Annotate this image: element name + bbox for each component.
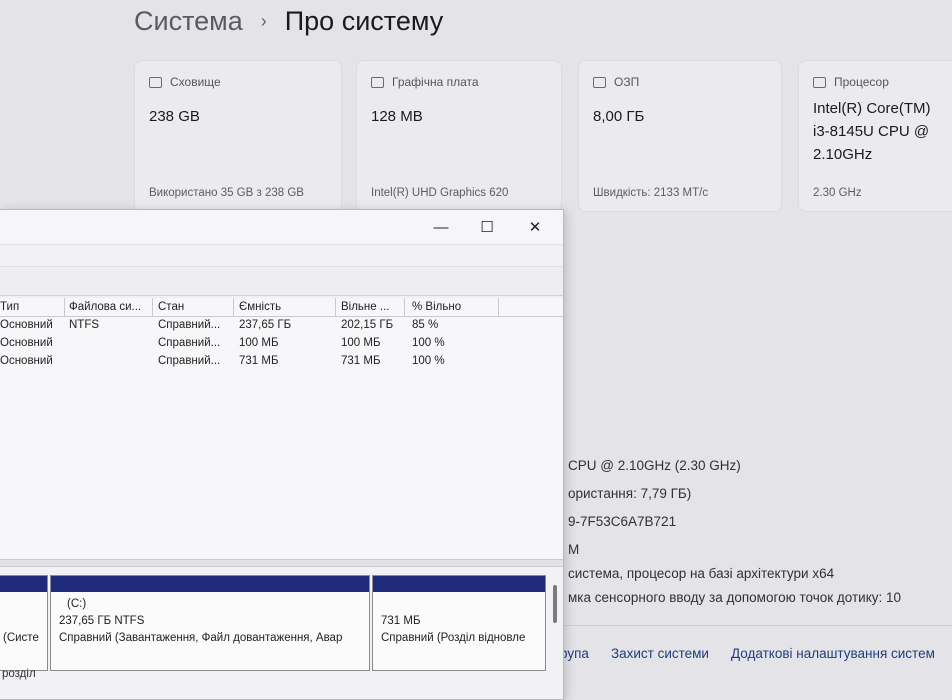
ram-value: 8,00 ГБ [593,108,645,125]
card-title: Графічна плата [392,75,479,89]
ram-speed: Швидкість: 2133 MT/c [593,187,709,199]
chevron-right-icon: › [260,11,267,31]
column-header-free-space[interactable]: Вільне ... [341,301,401,313]
cpu-icon [813,76,826,88]
cpu-card[interactable]: Процесор Intel(R) Core(TM) i3-8145U CPU … [798,60,952,212]
column-header-capacity[interactable]: Ємність [239,301,333,313]
ram-card[interactable]: ОЗП 8,00 ГБ Швидкість: 2133 MT/c [578,60,782,212]
page-title: Про систему [284,6,444,36]
legend-label: розділ [2,668,36,680]
spec-processor: CPU @ 2.10GHz (2.30 GHz) [568,458,741,473]
graphics-adapter-name: Intel(R) UHD Graphics 620 [371,187,509,199]
link-domain-workgroup[interactable]: рупа [560,646,589,661]
link-system-protection[interactable]: Захист системи [611,646,709,661]
ram-icon [593,76,606,88]
spec-product-id: 9-7F53C6A7B721 [568,514,677,529]
toolbar[interactable] [0,266,563,296]
storage-card[interactable]: Сховище 238 GB Використано 35 GB з 238 G… [134,60,342,212]
card-title: Процесор [834,75,889,89]
display-adapter-icon [371,76,384,88]
graphics-memory-value: 128 MB [371,108,423,125]
spec-pen-touch: мка сенсорного вводу за допомогою точок … [568,590,902,605]
partition-c[interactable]: (C:) 237,65 ГБ NTFS Справний (Завантажен… [50,575,370,671]
cpu-speed: 2.30 GHz [813,187,862,199]
scrollbar-thumb[interactable] [553,585,557,623]
disk-management-window: — ☐ ✕ Тип Файлова си... Стан Ємність Віл… [0,209,564,700]
link-advanced-system-settings[interactable]: Додаткові налаштування систем [731,646,935,661]
disk-map: (Систе (C:) 237,65 ГБ NTFS Справний (Зав… [0,567,563,699]
column-header-filesystem[interactable]: Файлова си... [69,301,149,313]
divider [560,625,952,626]
related-links: рупа Захист системи Додаткові налаштуван… [560,646,952,661]
menu-bar[interactable] [0,244,563,266]
spec-ram: ористання: 7,79 ГБ) [568,486,692,501]
minimize-button[interactable]: — [428,216,454,238]
table-row[interactable]: Основний Справний... 731 МБ 731 МБ 100 % [0,353,563,371]
pane-splitter[interactable] [0,559,563,567]
spec-system-type: система, процесор на базі архітектури x6… [568,566,835,581]
maximize-button[interactable]: ☐ [474,216,500,238]
partition-recovery[interactable]: 731 МБ Справний (Розділ відновле [372,575,546,671]
card-title: ОЗП [614,75,640,89]
table-row[interactable]: Основний NTFS Справний... 237,65 ГБ 202,… [0,317,563,335]
graphics-card[interactable]: Графічна плата 128 MB Intel(R) UHD Graph… [356,60,562,212]
column-header-status[interactable]: Стан [158,301,230,313]
storage-usage: Використано 35 GB з 238 GB [149,187,304,199]
column-header-type[interactable]: Тип [0,301,62,313]
disk-map-scrollbar[interactable] [550,575,560,675]
column-header-percent-free[interactable]: % Вільно [412,301,496,313]
storage-value: 238 GB [149,108,200,125]
close-button[interactable]: ✕ [522,216,548,238]
title-bar[interactable]: — ☐ ✕ [0,210,563,244]
cpu-model: Intel(R) Core(TM) i3-8145U CPU @ 2.10GHz [813,100,931,163]
spec-line-4: M [568,542,580,557]
table-row[interactable]: Основний Справний... 100 МБ 100 МБ 100 % [0,335,563,353]
storage-icon [149,76,162,88]
breadcrumb: Система › Про систему [134,6,443,37]
partition-system[interactable]: (Систе [0,575,48,671]
card-title: Сховище [170,75,221,89]
volume-list[interactable]: Тип Файлова си... Стан Ємність Вільне ..… [0,298,563,568]
breadcrumb-system[interactable]: Система [134,6,243,37]
volume-list-header: Тип Файлова си... Стан Ємність Вільне ..… [0,298,563,317]
